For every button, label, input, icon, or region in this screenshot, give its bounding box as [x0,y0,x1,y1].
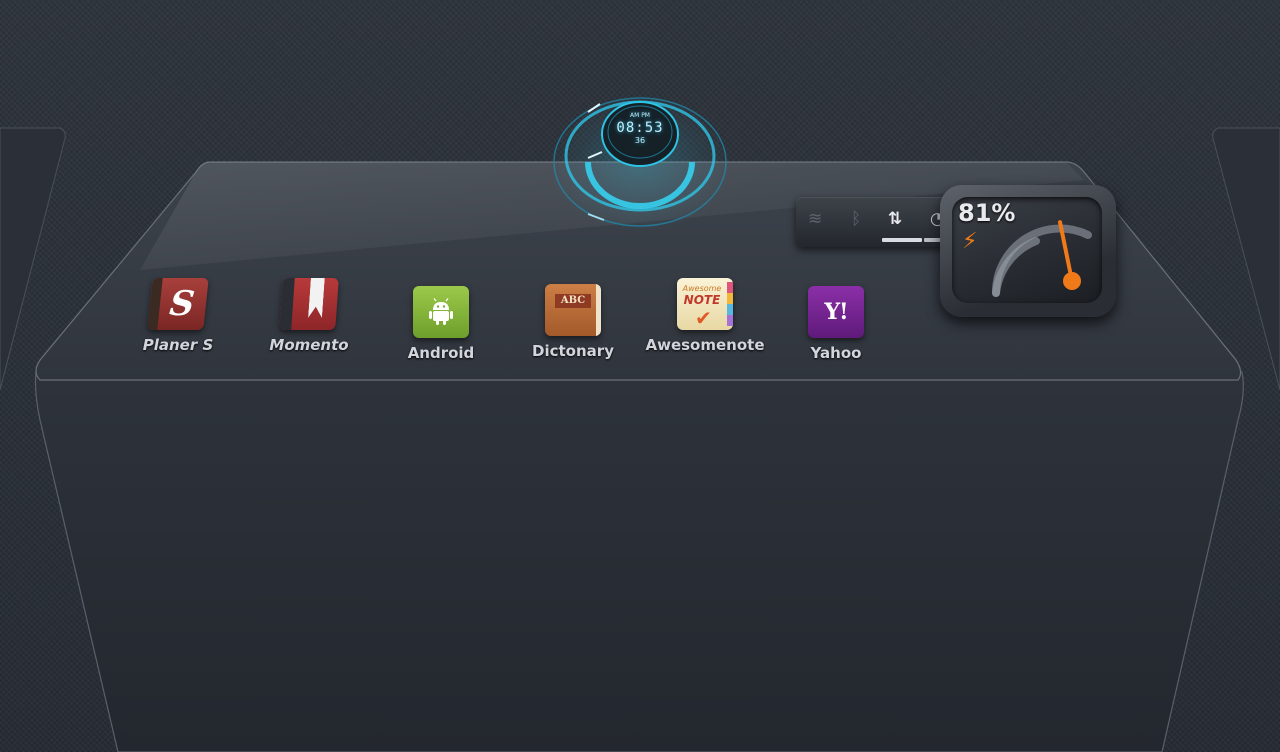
android-icon [413,286,469,338]
app-planer-s[interactable]: S Planer S [118,278,238,354]
note-line2: NOTE [683,293,721,307]
app-label: Dictonary [532,342,614,360]
yahoo-glyph: Y! [824,299,848,325]
battery-widget[interactable]: 81% ⚡ [940,185,1116,317]
app-label: Momento [269,336,349,354]
note-line1: Awesome [682,284,722,293]
awesomenote-icon: Awesome NOTE ✔ [677,278,733,330]
home-screen: S Planer S Momento Android ABC Dictonary… [0,0,1280,752]
clock-seconds: 36 [634,136,646,145]
app-label: Android [407,344,475,362]
battery-percent: 81% [958,199,1016,227]
clock-time: 08:53 [616,120,664,136]
clock-widget[interactable]: AM PM 08:53 36 [548,92,732,236]
data-sync-icon[interactable]: ⇅ [888,209,902,229]
momento-icon [279,278,339,330]
app-awesomenote[interactable]: Awesome NOTE ✔ Awesomenote [645,278,765,354]
charging-bolt-icon: ⚡ [962,229,978,254]
app-yahoo[interactable]: Y! Yahoo [776,278,896,362]
gauge-hub [1063,272,1081,290]
sync-indicator [882,238,922,242]
yahoo-icon: Y! [808,286,864,338]
ampm-label: AM PM [630,112,650,119]
app-momento[interactable]: Momento [249,278,369,354]
app-dictionary[interactable]: ABC Dictonary [513,278,633,360]
planer-s-icon: S [147,278,209,330]
dictionary-icon: ABC [545,284,601,336]
planer-s-glyph: S [167,284,197,324]
dictionary-plate: ABC [555,294,591,308]
bluetooth-icon[interactable]: ᛒ [851,209,861,229]
wifi-icon[interactable]: ≋ [808,209,822,229]
checkmark-icon: ✔ [695,306,712,330]
app-android[interactable]: Android [381,278,501,362]
app-label: Planer S [142,336,214,354]
app-label: Yahoo [810,344,862,362]
app-label: Awesomenote [645,336,765,354]
